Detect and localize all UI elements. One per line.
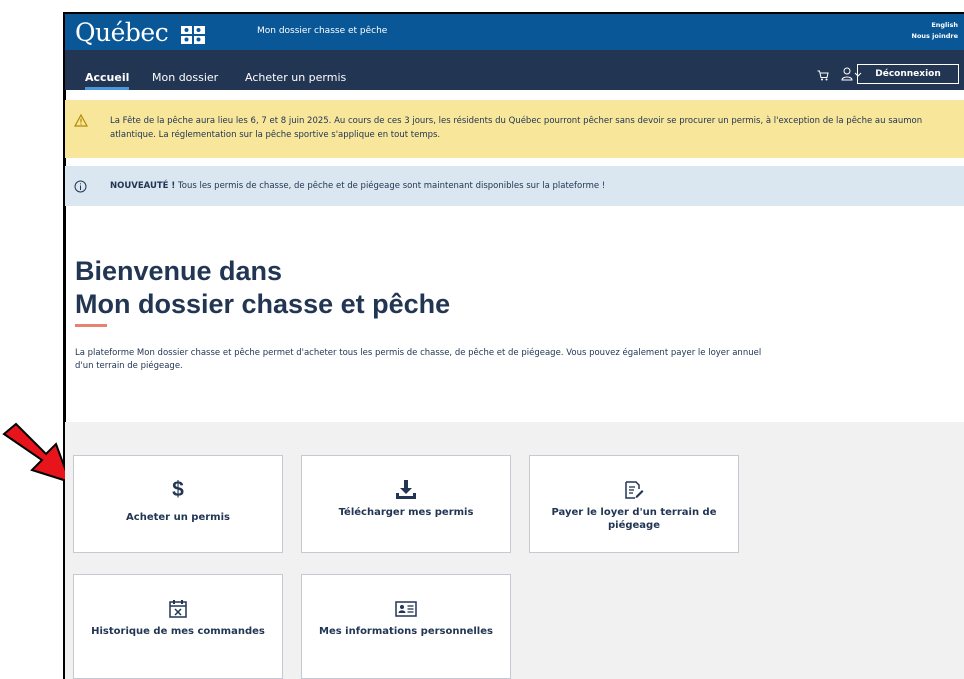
tile-acheter-un-permis[interactable]: $ Acheter un permis [73,455,283,553]
id-card-icon [395,601,417,617]
dollar-icon: $ [172,478,184,501]
info-label: NOUVEAUTÉ ! [110,181,176,191]
top-header: Québec Mon dossier chasse et pêche Engli… [65,14,964,50]
nav-item-accueil[interactable]: Accueil [85,72,130,90]
info-icon [74,180,87,193]
tiles-area: $ Acheter un permis Télécharger mes perm… [65,422,964,679]
tile-label: Historique de mes commandes [91,626,265,637]
edit-document-icon [625,481,644,499]
warning-text: La Fête de la pêche aura lieu les 6, 7 e… [110,116,923,140]
nav-item-mon-dossier[interactable]: Mon dossier [152,72,218,84]
page-title-line2: Mon dossier chasse et pêche [75,289,451,319]
page-title-line1: Bienvenue dans [75,256,283,286]
tile-historique-commandes[interactable]: Historique de mes commandes [73,574,283,679]
quebec-logo[interactable]: Québec [75,18,205,47]
language-link[interactable]: English [912,20,958,31]
tile-label: Télécharger mes permis [338,507,474,518]
title-underline [75,324,107,327]
nav-item-acheter-un-permis[interactable]: Acheter un permis [245,72,346,84]
warning-icon [74,114,88,127]
tile-label: Payer le loyer d'un terrain de piégeage [551,507,717,531]
logout-button[interactable]: Déconnexion [857,64,959,84]
intro-text: La plateforme Mon dossier chasse et pêch… [75,348,762,371]
tile-payer-le-loyer[interactable]: Payer le loyer d'un terrain de piégeage [529,455,739,553]
tile-telecharger-mes-permis[interactable]: Télécharger mes permis [301,455,511,553]
tile-label: Mes informations personnelles [319,626,493,637]
warning-alert: La Fête de la pêche aura lieu les 6, 7 e… [65,100,964,158]
main-navigation: Accueil Mon dossier Acheter un permis Dé… [65,50,964,90]
logo-text: Québec [75,18,169,47]
tile-mes-informations[interactable]: Mes informations personnelles [301,574,511,679]
fleur-de-lis-flag-icon [180,25,205,44]
cart-icon[interactable] [817,70,829,81]
calendar-icon [169,600,187,618]
info-text-block: NOUVEAUTÉ ! Tous les permis de chasse, d… [110,179,605,193]
top-links: English Nous joindre [912,20,958,42]
tile-label: Acheter un permis [126,512,230,523]
info-alert: NOUVEAUTÉ ! Tous les permis de chasse, d… [65,166,964,206]
info-text: Tous les permis de chasse, de pêche et d… [175,181,606,191]
page-title: Bienvenue dans Mon dossier chasse et pêc… [75,255,450,321]
download-icon [396,480,416,499]
contact-link[interactable]: Nous joindre [912,31,958,42]
site-title: Mon dossier chasse et pêche [257,26,388,36]
